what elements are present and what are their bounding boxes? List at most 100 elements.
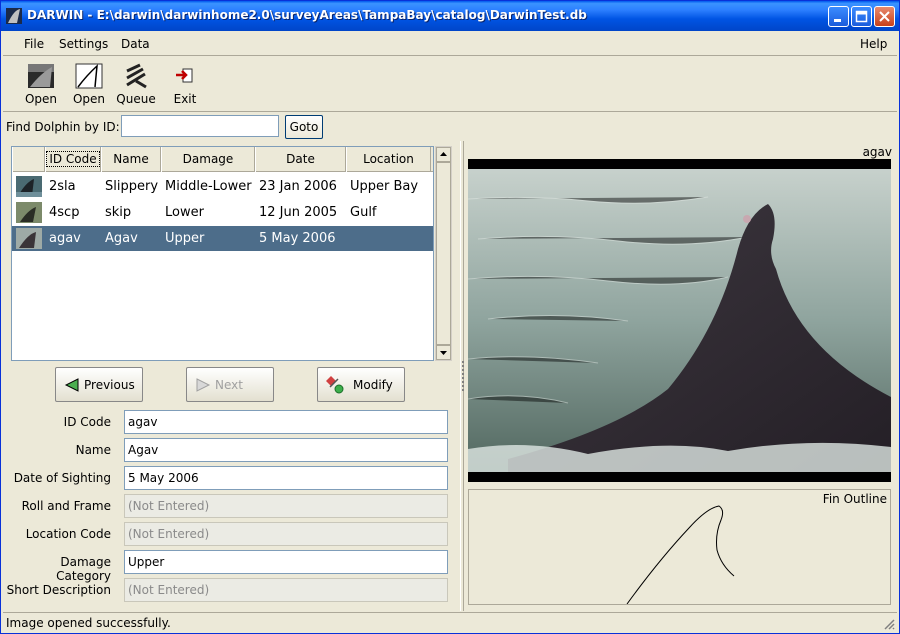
maximize-icon	[855, 10, 868, 23]
scroll-thumb[interactable]	[436, 162, 451, 345]
field-label-short-description: Short Description	[6, 583, 111, 597]
splitter-grip[interactable]	[462, 361, 464, 391]
open-image-icon	[28, 64, 54, 88]
cell-damage: Middle-Lower	[165, 179, 252, 194]
field-label-roll-frame: Roll and Frame	[21, 499, 111, 513]
column-header-location[interactable]: Location	[346, 147, 431, 172]
id-code-field[interactable]: agav	[124, 410, 448, 434]
modify-label: Modify	[353, 378, 393, 392]
maximize-button[interactable]	[851, 6, 872, 27]
find-label: Find Dolphin by ID:	[6, 120, 120, 134]
field-label-location-code: Location Code	[25, 527, 111, 541]
cell-date: 5 May 2006	[259, 231, 336, 246]
scroll-down-button[interactable]	[436, 345, 451, 360]
scroll-up-button[interactable]	[436, 147, 451, 162]
table-row[interactable]: 2sla Slippery Middle-Lower 23 Jan 2006 U…	[12, 174, 433, 199]
fin-icon	[6, 8, 22, 24]
exit-icon	[176, 68, 193, 83]
find-bar: Find Dolphin by ID: Goto	[3, 113, 897, 141]
status-bar: Image opened successfully.	[3, 612, 897, 632]
exit-label: Exit	[173, 92, 197, 106]
cell-name: Agav	[105, 231, 138, 246]
cell-damage: Upper	[165, 231, 205, 246]
fin-outline-trace	[626, 505, 735, 605]
next-label: Next	[215, 378, 243, 392]
pane-splitter[interactable]	[460, 141, 464, 611]
column-header-damage[interactable]: Damage	[161, 147, 255, 172]
image-title: agav	[862, 145, 892, 159]
menu-bar: File Settings Data Help	[3, 32, 897, 56]
table-header: ID Code Name Damage Date Location	[12, 147, 433, 172]
fin-thumbnail-icon	[16, 228, 42, 249]
arrow-down-icon	[440, 351, 447, 355]
minimize-icon	[834, 19, 841, 22]
field-label-id-code: ID Code	[63, 415, 111, 429]
minimize-button[interactable]	[828, 6, 849, 27]
open-trace-icon	[75, 63, 103, 89]
close-icon	[879, 11, 890, 22]
title-bar[interactable]: DARWIN - E:\darwin\darwinhome2.0\surveyA…	[1, 1, 899, 31]
cell-location: Gulf	[350, 205, 377, 220]
cell-date: 12 Jun 2005	[259, 205, 338, 220]
table-row[interactable]: 4scp skip Lower 12 Jun 2005 Gulf	[12, 200, 433, 225]
damage-category-field[interactable]: Upper	[124, 550, 448, 574]
short-description-field: (Not Entered)	[124, 578, 448, 602]
column-header-name[interactable]: Name	[101, 147, 161, 172]
roll-and-frame-field: (Not Entered)	[124, 494, 448, 518]
field-label-damage-category: Damage Category	[56, 555, 111, 583]
open-trace-button[interactable]: Open	[67, 63, 111, 106]
column-header-thumbnail[interactable]	[12, 147, 45, 172]
open-image-button[interactable]: Open	[19, 63, 63, 106]
arrow-left-icon	[64, 378, 79, 392]
open-trace-label: Open	[72, 92, 106, 106]
previous-label: Previous	[84, 378, 135, 392]
open-image-label: Open	[24, 92, 58, 106]
column-header-id[interactable]: ID Code	[45, 147, 101, 172]
next-button: Next	[186, 367, 274, 402]
name-field[interactable]: Agav	[124, 438, 448, 462]
image-pane: agav Fin Outline	[466, 141, 892, 611]
cell-date: 23 Jan 2006	[259, 179, 337, 194]
table-row-selected[interactable]: agav Agav Upper 5 May 2006	[12, 226, 433, 251]
fin-thumbnail-icon	[16, 202, 42, 223]
toolbar: Open Open Queue Exit	[3, 57, 897, 112]
cell-id: agav	[49, 231, 81, 246]
goto-button[interactable]: Goto	[285, 115, 323, 139]
status-text: Image opened successfully.	[6, 616, 171, 630]
app-window: DARWIN - E:\darwin\darwinhome2.0\surveyA…	[0, 0, 900, 634]
table-scrollbar[interactable]	[435, 146, 452, 361]
dolphin-fin-image	[468, 159, 891, 482]
fin-outline-panel[interactable]: Fin Outline	[468, 489, 891, 605]
menu-help[interactable]: Help	[860, 37, 887, 51]
catalog-table[interactable]: ID Code Name Damage Date Location 2sla S…	[11, 146, 434, 361]
window-title: DARWIN - E:\darwin\darwinhome2.0\surveyA…	[27, 8, 587, 22]
cell-name: Slippery	[105, 179, 159, 194]
dolphin-fin-photo[interactable]	[468, 159, 891, 482]
field-label-date: Date of Sighting	[13, 471, 111, 485]
queue-icon	[126, 63, 147, 89]
queue-button[interactable]: Queue	[114, 63, 158, 106]
cell-location: Upper Bay	[350, 179, 419, 194]
catalog-pane: ID Code Name Damage Date Location 2sla S…	[3, 141, 459, 611]
resize-grip-icon[interactable]	[883, 618, 895, 630]
exit-button[interactable]: Exit	[163, 63, 207, 106]
menu-data[interactable]: Data	[121, 37, 150, 51]
close-button[interactable]	[874, 6, 895, 27]
cell-damage: Lower	[165, 205, 204, 220]
cell-id: 4scp	[49, 205, 80, 220]
modify-button[interactable]: Modify	[317, 367, 405, 402]
queue-label: Queue	[116, 92, 156, 106]
menu-file[interactable]: File	[24, 37, 44, 51]
arrow-right-icon	[196, 378, 211, 392]
column-header-date[interactable]: Date	[255, 147, 346, 172]
previous-button[interactable]: Previous	[55, 367, 143, 402]
find-id-input[interactable]	[121, 115, 279, 137]
menu-settings[interactable]: Settings	[59, 37, 108, 51]
fin-outline-title: Fin Outline	[822, 492, 887, 506]
cell-id: 2sla	[49, 179, 76, 194]
fin-thumbnail-icon	[16, 176, 42, 197]
cell-name: skip	[105, 205, 132, 220]
modify-icon	[326, 376, 344, 394]
arrow-up-icon	[440, 152, 447, 156]
date-of-sighting-field[interactable]: 5 May 2006	[124, 466, 448, 490]
